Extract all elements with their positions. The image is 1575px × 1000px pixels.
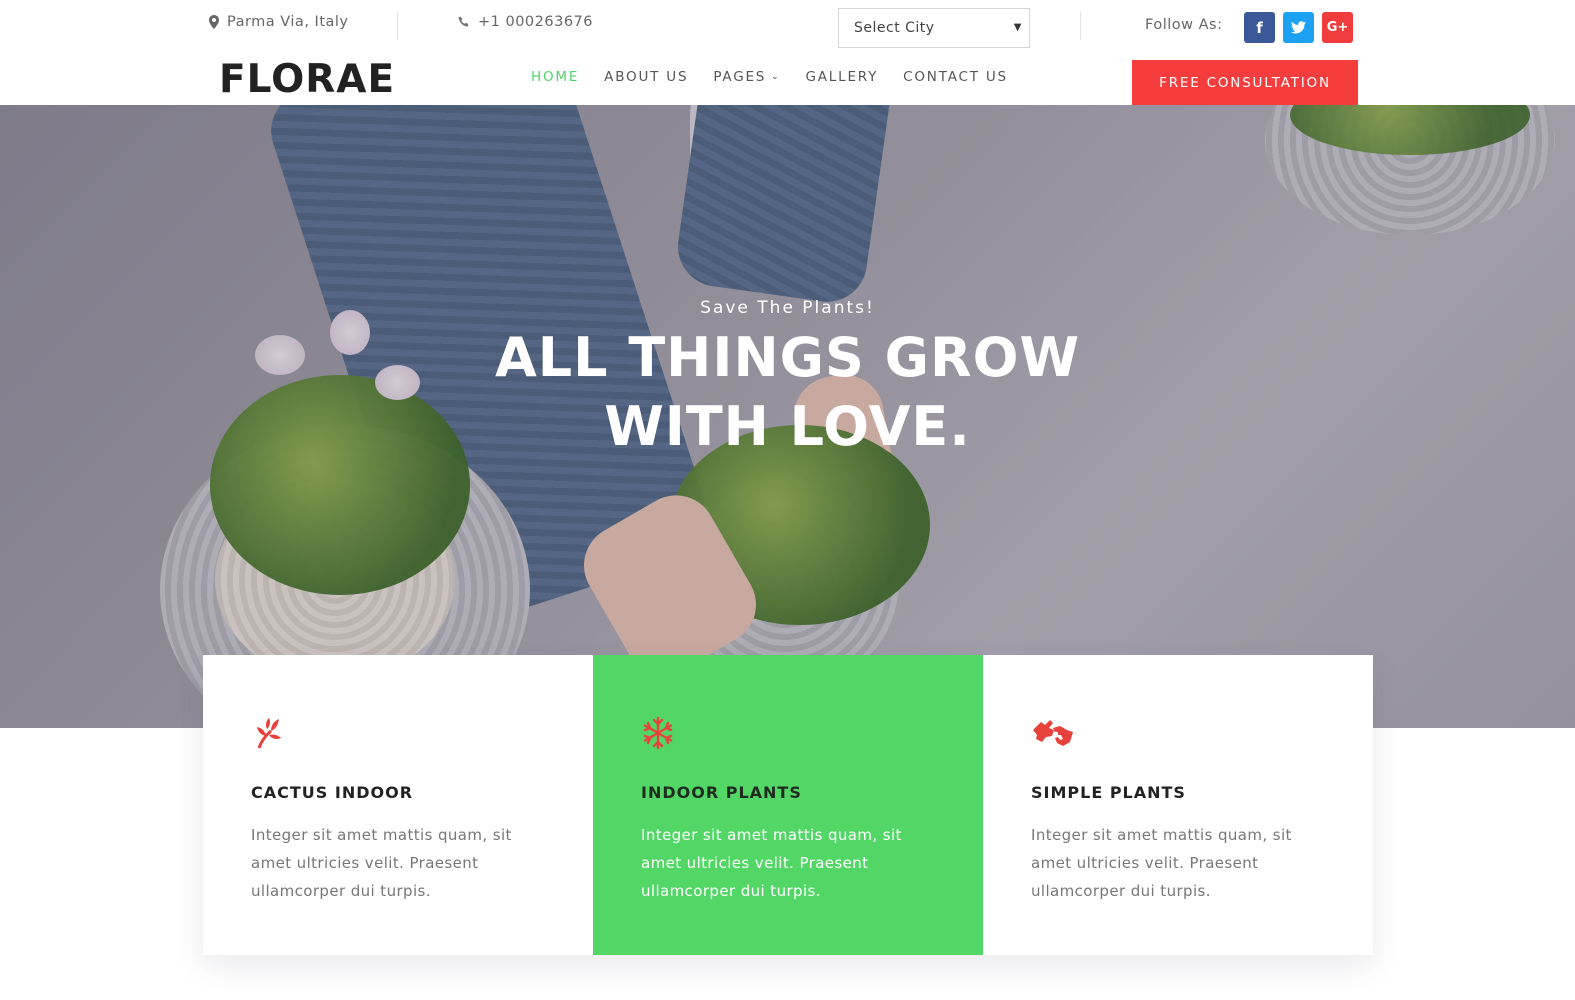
map-pin-icon — [209, 15, 219, 29]
hero-title-line: ALL THINGS GROW — [494, 326, 1081, 389]
caret-down-icon: ▼ — [1013, 22, 1022, 33]
phone-text: +1 000263676 — [478, 14, 594, 30]
google-plus-icon[interactable]: G+ — [1322, 12, 1353, 43]
follow-label: Follow As: — [1145, 17, 1223, 33]
leaf-icon — [257, 718, 281, 749]
location-info: Parma Via, Italy — [209, 14, 349, 30]
feature-text: Integer sit amet mattis quam, sit amet u… — [1031, 826, 1292, 900]
city-select-value: Select City — [854, 20, 935, 36]
phone-icon — [458, 16, 469, 27]
nav-gallery[interactable]: GALLERY — [806, 69, 879, 85]
location-text: Parma Via, Italy — [227, 14, 349, 30]
feature-card-indoor-plants: INDOOR PLANTS Integer sit amet mattis qu… — [593, 655, 983, 955]
feature-text: Integer sit amet mattis quam, sit amet u… — [641, 826, 902, 900]
site-logo[interactable]: FLORAE — [219, 58, 395, 102]
divider — [397, 12, 398, 40]
nav-pages-label: PAGES — [713, 69, 767, 85]
nav-pages[interactable]: PAGES ⌄ — [713, 69, 780, 85]
main-navbar: FLORAE HOME ABOUT US PAGES ⌄ GALLERY CON… — [0, 56, 1575, 105]
feature-title: SIMPLE PLANTS — [1031, 783, 1186, 802]
chevron-down-icon: ⌄ — [771, 72, 781, 82]
phone-info[interactable]: +1 000263676 — [458, 14, 593, 30]
hero-title-line: WITH LOVE. — [604, 395, 971, 458]
hero-title: ALL THINGS GROW WITH LOVE. — [0, 323, 1575, 461]
facebook-icon[interactable]: f — [1244, 12, 1275, 43]
feature-title: CACTUS INDOOR — [251, 783, 414, 802]
twitter-icon[interactable] — [1283, 12, 1314, 43]
feature-cards: CACTUS INDOOR Integer sit amet mattis qu… — [203, 655, 1373, 955]
free-consultation-button[interactable]: FREE CONSULTATION — [1132, 60, 1358, 105]
hero-subtitle: Save The Plants! — [700, 298, 875, 318]
main-nav: HOME ABOUT US PAGES ⌄ GALLERY CONTACT US — [531, 69, 1008, 85]
hands-icon — [1033, 720, 1073, 746]
feature-text: Integer sit amet mattis quam, sit amet u… — [251, 826, 512, 900]
divider — [1080, 12, 1081, 40]
nav-contact-us[interactable]: CONTACT US — [903, 69, 1008, 85]
feature-card-cactus-indoor: CACTUS INDOOR Integer sit amet mattis qu… — [203, 655, 593, 955]
hero-banner: Save The Plants! ALL THINGS GROW WITH LO… — [0, 105, 1575, 728]
feature-title: INDOOR PLANTS — [641, 783, 802, 802]
feature-card-simple-plants: SIMPLE PLANTS Integer sit amet mattis qu… — [983, 655, 1373, 955]
nav-home[interactable]: HOME — [531, 69, 579, 85]
top-bar: Parma Via, Italy +1 000263676 Select Cit… — [0, 0, 1575, 56]
snowflake-icon — [643, 716, 673, 750]
nav-about-us[interactable]: ABOUT US — [604, 69, 688, 85]
city-select[interactable]: Select City ▼ — [838, 8, 1030, 48]
